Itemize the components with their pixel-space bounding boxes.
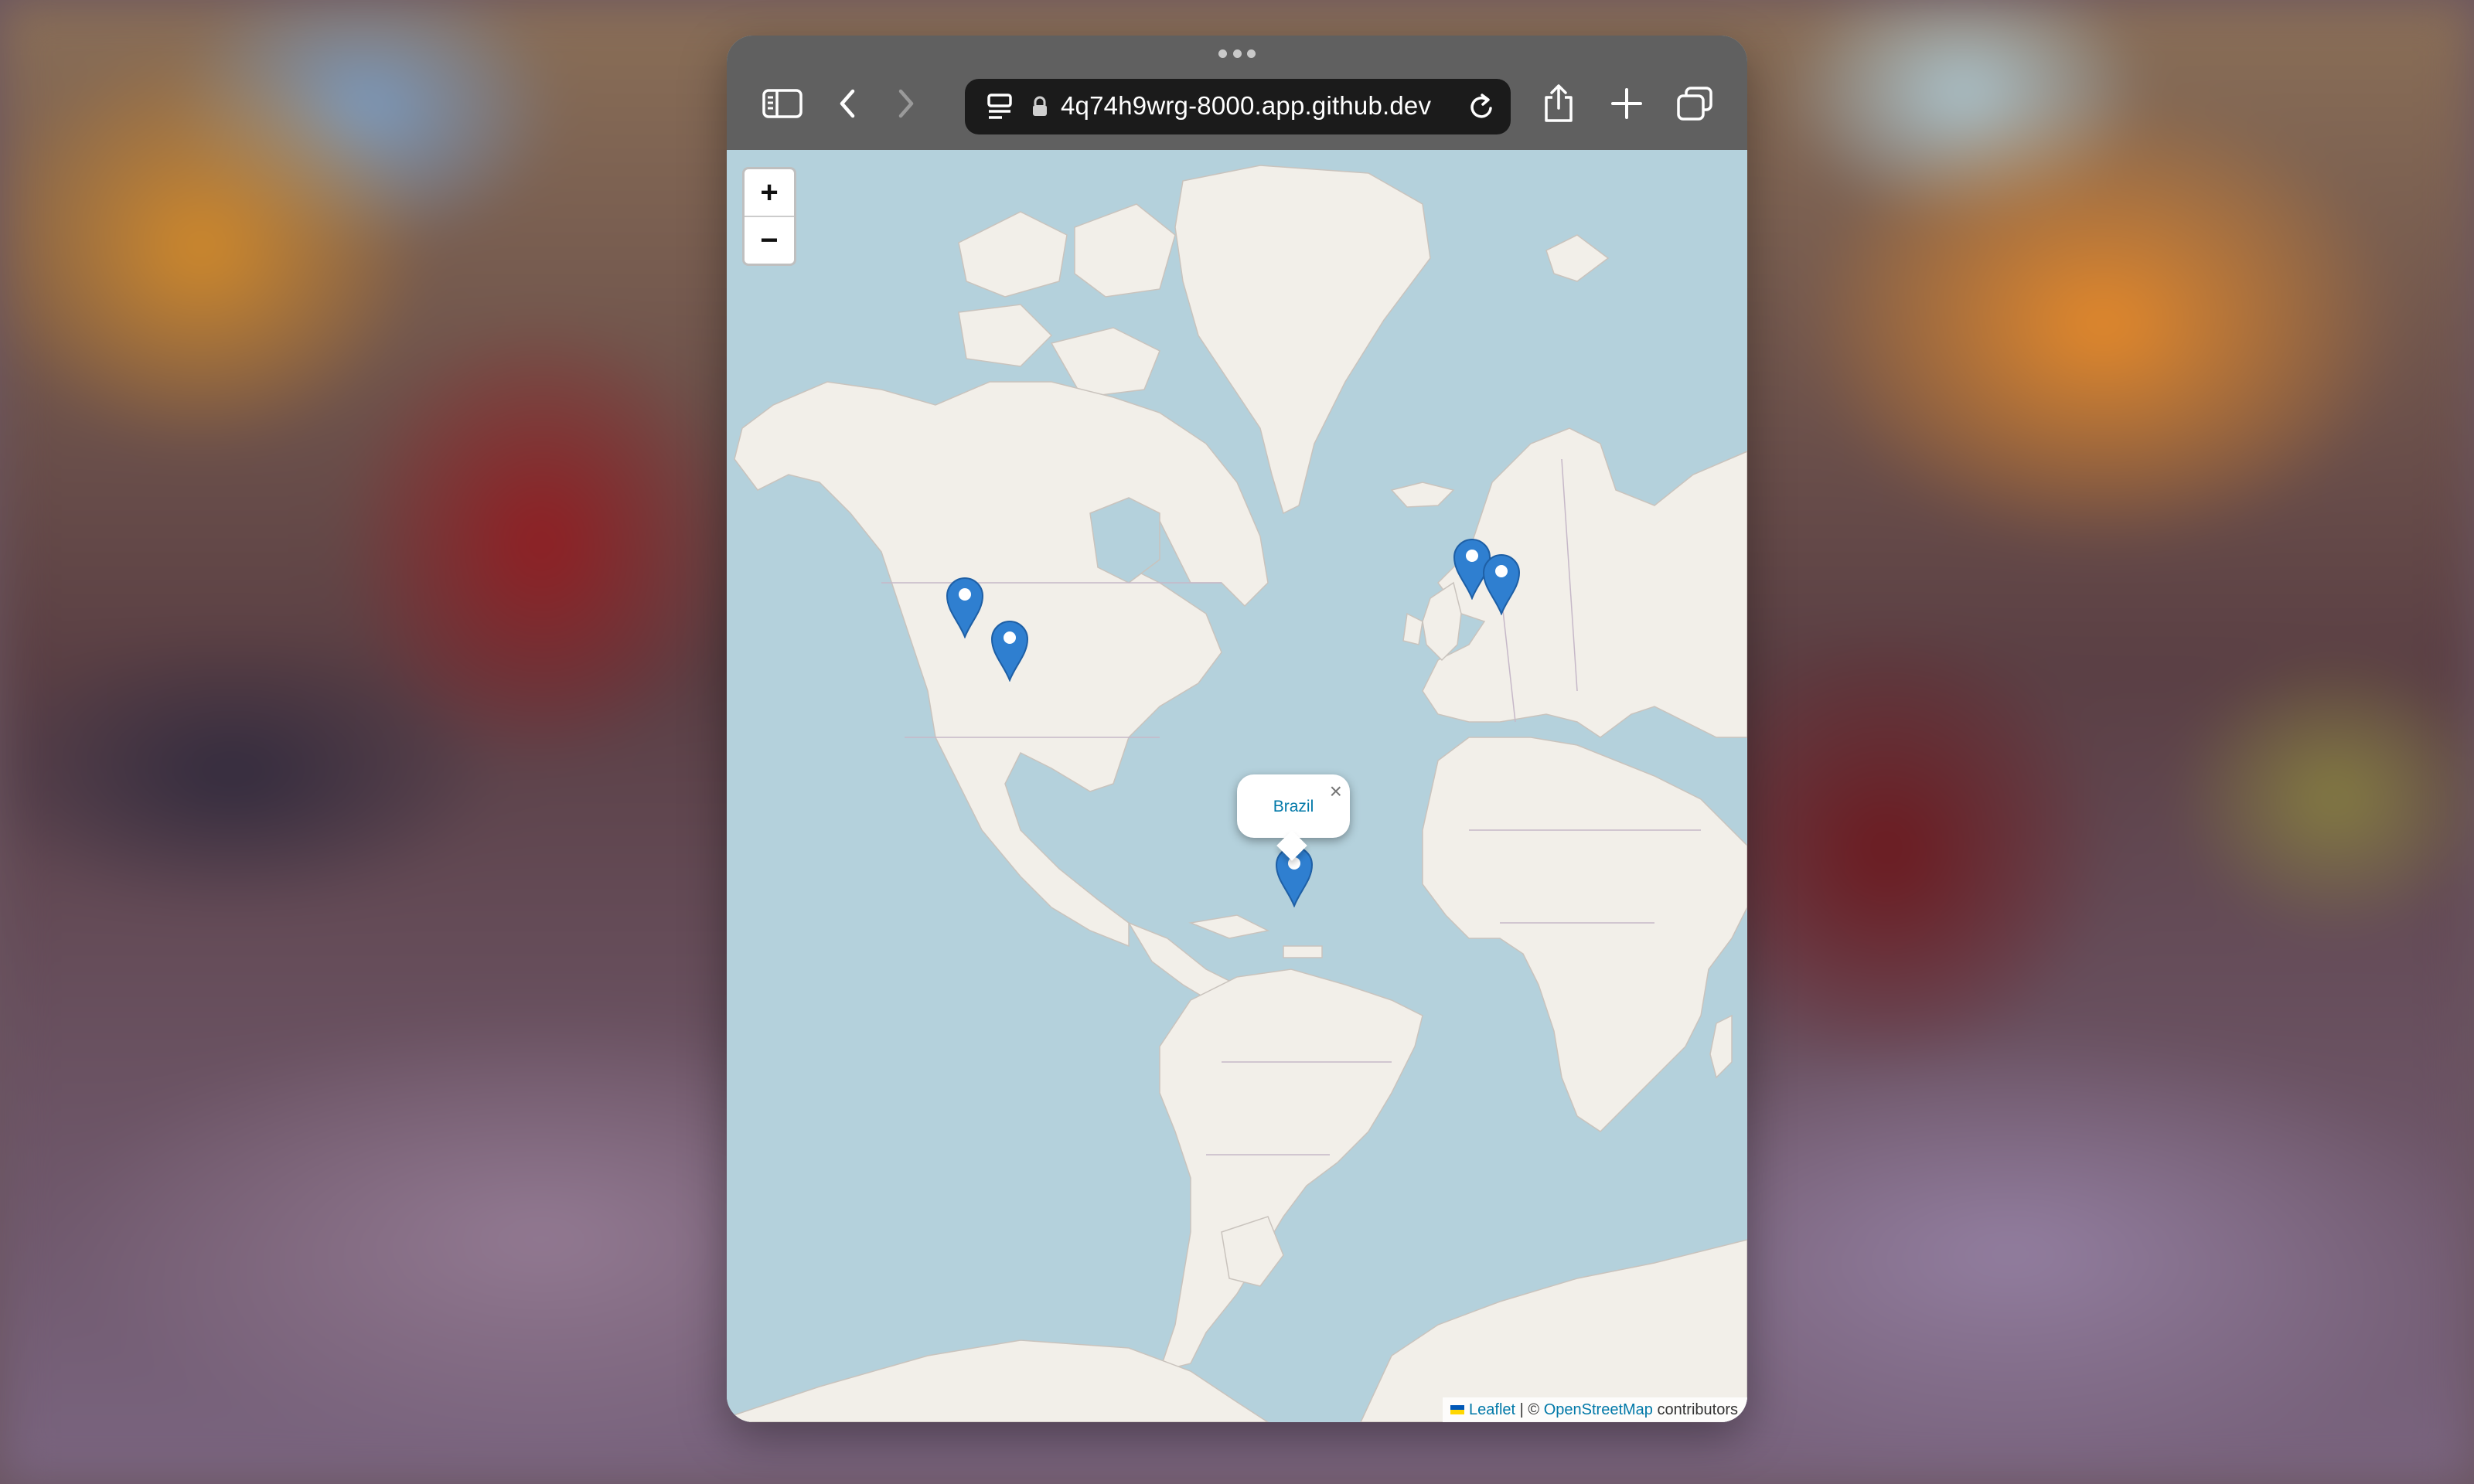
browser-toolbar: 4q74h9wrg-8000.app.github.dev [727,36,1747,150]
browser-window: 4q74h9wrg-8000.app.github.dev + − Brazil… [727,36,1747,1422]
close-icon[interactable]: × [1330,781,1342,802]
zoom-out-button[interactable]: − [745,217,794,264]
tabs-icon[interactable] [1670,82,1719,125]
back-icon[interactable] [823,82,872,125]
map-attribution: Leaflet | © OpenStreetMap contributors [1443,1397,1747,1422]
url-text[interactable]: 4q74h9wrg-8000.app.github.dev [1061,91,1431,121]
map-view[interactable]: + − Brazil × Leaflet | © OpenStreetMap c… [727,150,1747,1422]
map-marker-seattle[interactable] [945,575,985,638]
new-tab-icon[interactable] [1602,82,1651,125]
sidebar-icon[interactable] [758,82,807,125]
forward-icon[interactable] [881,82,931,125]
share-icon[interactable] [1534,82,1583,125]
lock-icon [1031,96,1048,121]
attribution-suffix: contributors [1657,1401,1739,1418]
attribution-separator: | © [1519,1401,1540,1418]
openstreetmap-link[interactable]: OpenStreetMap [1544,1401,1653,1419]
reload-icon[interactable] [1467,93,1495,126]
window-grabber[interactable] [1218,49,1256,60]
map-marker-west-usa[interactable] [990,618,1030,682]
ukraine-flag-icon [1450,1405,1465,1414]
zoom-control: + − [742,167,796,266]
zoom-in-button[interactable]: + [745,169,794,217]
page-menu-icon[interactable] [987,93,1013,124]
address-bar[interactable]: 4q74h9wrg-8000.app.github.dev [965,79,1511,134]
leaflet-link[interactable]: Leaflet [1469,1401,1515,1419]
map-marker-netherlands[interactable] [1481,552,1522,615]
marker-popup: Brazil × [1237,774,1350,861]
